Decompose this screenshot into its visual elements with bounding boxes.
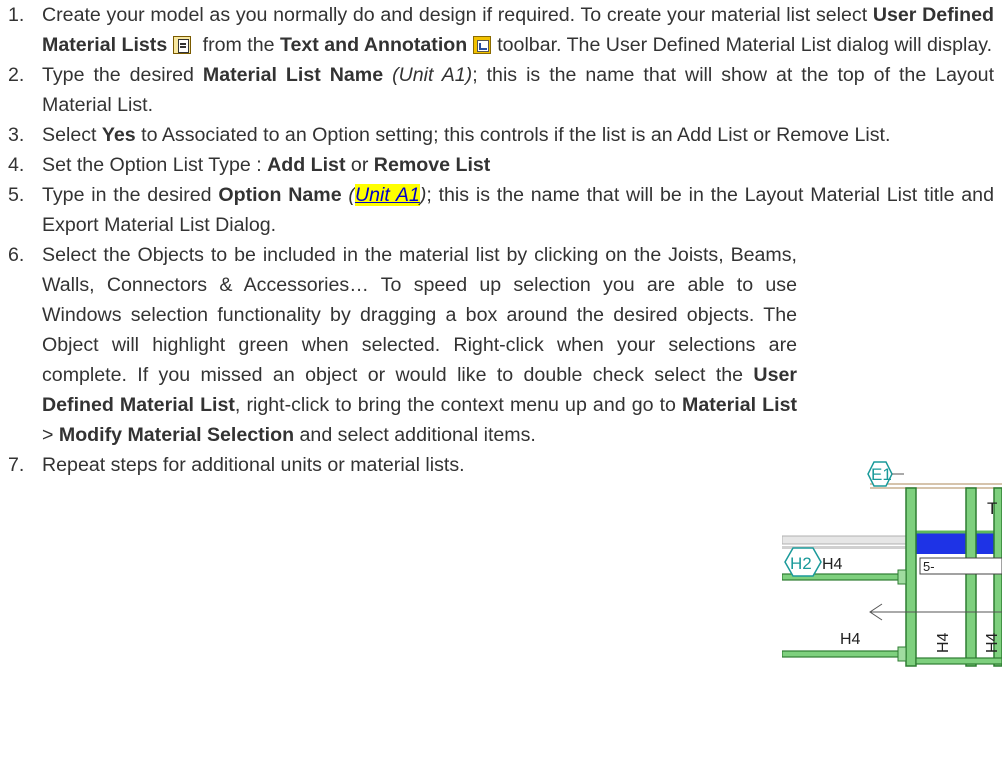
step-text: Create your model as you normally do and… [42,0,994,60]
bold-term: Material List Name [202,64,384,86]
step-number: 4. [8,154,25,176]
step-text-run: or [345,154,374,176]
hanger-connector [897,569,907,585]
step-item: 4. Set the Option List Type : Add List or… [0,150,1002,180]
bold-term: Option Name [218,184,342,206]
user-defined-material-lists-icon [173,36,192,54]
bold-term: Text and Annotation [280,34,468,56]
step-item: 3. Select Yes to Associated to an Option … [0,120,1002,150]
step-number: 3. [8,124,25,146]
highlighted-text: Unit A1 [354,184,420,206]
step-text-run: toolbar. The User Defined Material List … [497,34,993,56]
step-text: Select the Objects to be included in the… [42,240,797,450]
step-text: Select Yes to Associated to an Option se… [42,120,994,150]
step-number: 6. [8,244,25,266]
step-item: 2. Type the desired Material List Name (U… [0,60,1002,120]
bold-term: Remove List [373,154,491,176]
h4-rotated-label: H4 [935,632,952,653]
h2-label: H2 [790,554,812,573]
blue-beam [908,532,1002,554]
hanger-connector [897,646,907,662]
step-text-run: > [42,424,59,446]
step-text-run: , right-click to bring the context menu … [234,394,683,416]
step-text-run: Type in the desired [42,184,219,206]
step-text-run: Create your model as you normally do and… [42,4,873,26]
step-text-run: (Unit A1) [392,64,473,86]
model-drawing: 5- E1 H2 H4 H4 H4 H4 T [782,461,1002,667]
step-text-run: Repeat steps for additional units or mat… [42,454,465,476]
text-and-annotation-icon [473,36,492,54]
green-member [782,650,907,658]
step-text-run: Set the Option List Type : [42,154,268,176]
bold-term: Material List [682,394,797,416]
step-text-run: ( [348,184,355,206]
step-number: 2. [8,64,25,86]
step-number: 1. [8,4,25,26]
step-text-run: and select additional items. [294,424,536,446]
step-text-run: from the [197,34,280,56]
green-joist [905,487,917,667]
step-text-run: to Associated to an Option setting; this… [135,124,891,146]
step-text: Set the Option List Type : Add List or R… [42,150,994,180]
t-label: T [987,499,997,518]
bold-term: Yes [101,124,136,146]
h4-label: H4 [822,556,843,573]
green-member [915,657,1002,665]
step-text-run: Type the desired [42,64,203,86]
green-joist [965,487,977,667]
step-text: Type in the desired Option Name (Unit A1… [42,180,994,240]
model-screenshot: 5- E1 H2 H4 H4 H4 H4 T [782,448,1002,683]
step-text-run: Select [42,124,102,146]
step-text-run: Select the Objects to be included in the… [42,244,797,386]
step-item: 1. Create your model as you normally do a… [0,0,1002,60]
bold-term: Modify Material Selection [58,424,295,446]
step-text-run [383,64,392,86]
step-text: Type the desired Material List Name (Uni… [42,60,994,120]
h4-rotated-label: H4 [984,632,1001,653]
bold-term: Add List [267,154,346,176]
step-number: 7. [8,454,25,476]
instruction-steps-list: 1. Create your model as you normally do a… [0,0,1002,480]
box-label: 5- [923,559,935,574]
h4-label: H4 [840,631,861,648]
e1-label: E1 [871,465,892,484]
step-number: 5. [8,184,25,206]
step-item: 5. Type in the desired Option Name (Unit … [0,180,1002,240]
step-item: 6. Select the Objects to be included in t… [0,240,1002,450]
document-page: 1. Create your model as you normally do a… [0,0,1002,761]
